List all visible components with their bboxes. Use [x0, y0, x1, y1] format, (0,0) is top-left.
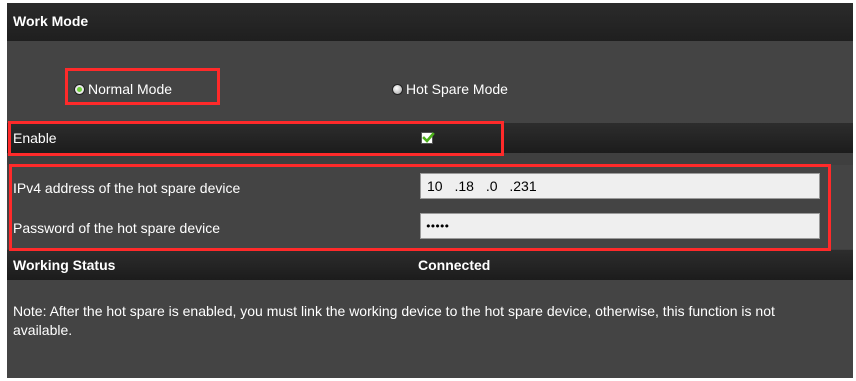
checkbox-checked-icon [422, 132, 435, 143]
working-status-label: Working Status [13, 257, 116, 273]
hot-spare-settings: IPv4 address of the hot spare device Pas… [7, 165, 853, 249]
section-header: Work Mode [7, 3, 853, 42]
section-title: Work Mode [13, 13, 89, 29]
enable-checkbox[interactable] [421, 132, 435, 144]
note-section: Note: After the hot spare is enabled, yo… [7, 280, 853, 378]
radio-selected-icon [74, 83, 85, 95]
ipv4-address-input[interactable] [420, 173, 820, 199]
enable-label: Enable [13, 130, 57, 146]
ipv4-address-label: IPv4 address of the hot spare device [13, 180, 241, 196]
normal-mode-radio[interactable]: Normal Mode [74, 81, 172, 97]
working-status-row: Working Status Connected [7, 250, 853, 280]
password-label: Password of the hot spare device [13, 220, 221, 236]
mode-radio-group: Normal Mode Hot Spare Mode [7, 41, 853, 123]
enable-row: Enable [7, 123, 853, 153]
working-status-value: Connected [418, 257, 491, 273]
radio-unselected-icon [392, 83, 403, 95]
hot-spare-mode-label: Hot Spare Mode [406, 81, 508, 97]
hot-spare-mode-radio[interactable]: Hot Spare Mode [392, 81, 508, 97]
password-input[interactable] [420, 213, 820, 239]
work-mode-panel: Work Mode Normal Mode Hot Spare Mode Ena… [7, 3, 853, 378]
note-text: Note: After the hot spare is enabled, yo… [13, 303, 775, 338]
normal-mode-label: Normal Mode [88, 81, 173, 97]
